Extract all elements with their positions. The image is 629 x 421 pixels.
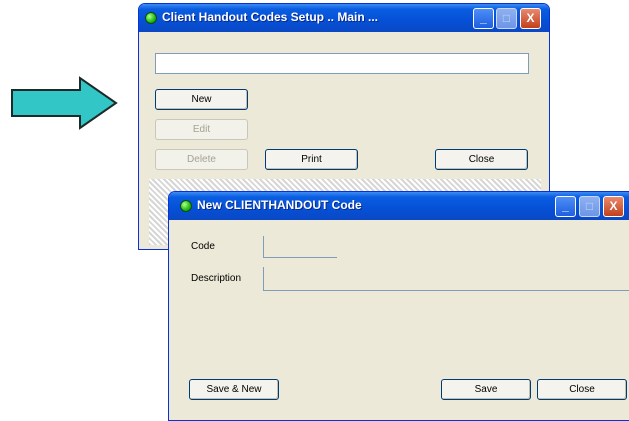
code-label: Code	[191, 241, 215, 252]
main-window-titlebar[interactable]: Client Handout Codes Setup .. Main ... _…	[139, 4, 549, 32]
close-button[interactable]: Close	[435, 149, 528, 170]
delete-button: Delete	[155, 149, 248, 170]
minimize-button[interactable]: _	[555, 196, 576, 217]
maximize-button: □	[579, 196, 600, 217]
save-button[interactable]: Save	[441, 379, 531, 400]
close-button[interactable]: Close	[537, 379, 627, 400]
maximize-button: □	[496, 8, 517, 29]
dialog-title: New CLIENTHANDOUT Code	[197, 198, 362, 212]
new-button[interactable]: New	[155, 89, 248, 110]
minimize-button[interactable]: _	[473, 8, 494, 29]
new-code-dialog: New CLIENTHANDOUT Code _ □ X Code Descri…	[168, 191, 629, 421]
app-status-icon	[180, 200, 192, 212]
search-input[interactable]	[155, 53, 529, 74]
app-status-icon	[145, 12, 157, 24]
description-label: Description	[191, 273, 242, 284]
edit-button: Edit	[155, 119, 248, 140]
close-window-button[interactable]: X	[520, 8, 541, 29]
code-input[interactable]	[263, 236, 337, 258]
print-button[interactable]: Print	[265, 149, 358, 170]
description-input[interactable]	[263, 267, 629, 291]
close-window-button[interactable]: X	[603, 196, 624, 217]
main-window-title: Client Handout Codes Setup .. Main ...	[162, 10, 379, 24]
right-arrow-icon	[11, 76, 118, 130]
dialog-titlebar[interactable]: New CLIENTHANDOUT Code _ □ X	[169, 192, 629, 220]
save-and-new-button[interactable]: Save & New	[189, 379, 279, 400]
